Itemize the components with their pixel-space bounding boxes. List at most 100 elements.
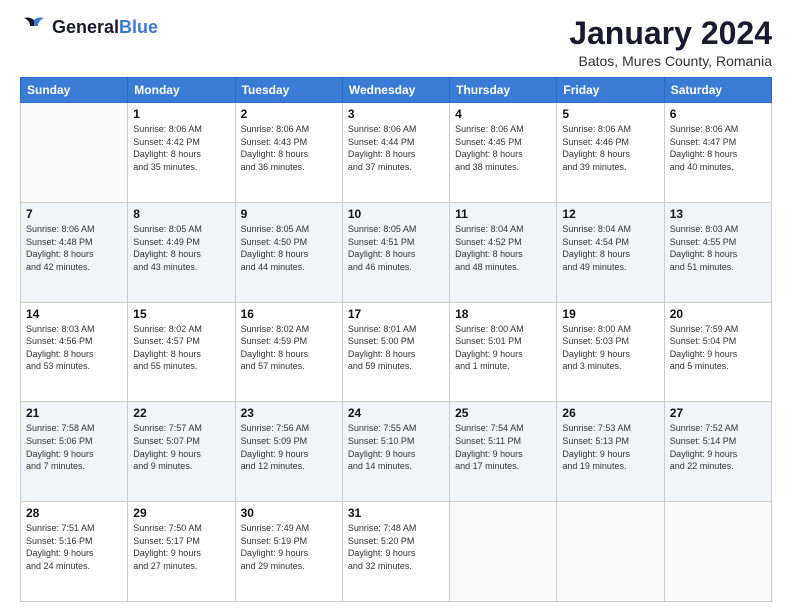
table-row: 21 Sunrise: 7:58 AM Sunset: 5:06 PM Dayli… bbox=[21, 402, 128, 502]
logo: GeneralBlue bbox=[20, 16, 158, 38]
table-row: 8 Sunrise: 8:05 AM Sunset: 4:49 PM Daylig… bbox=[128, 202, 235, 302]
day-info: Sunrise: 8:06 AM Sunset: 4:44 PM Dayligh… bbox=[348, 123, 444, 173]
day-number: 15 bbox=[133, 307, 229, 321]
day-info: Sunrise: 7:49 AM Sunset: 5:19 PM Dayligh… bbox=[241, 522, 337, 572]
day-info: Sunrise: 7:56 AM Sunset: 5:09 PM Dayligh… bbox=[241, 422, 337, 472]
header-sunday: Sunday bbox=[21, 78, 128, 103]
day-info: Sunrise: 8:05 AM Sunset: 4:49 PM Dayligh… bbox=[133, 223, 229, 273]
day-number: 8 bbox=[133, 207, 229, 221]
table-row: 27Sunrise: 7:52 AM Sunset: 5:14 PM Dayli… bbox=[664, 402, 771, 502]
day-number: 22 bbox=[133, 406, 229, 420]
calendar-week-row: 1 Sunrise: 8:06 AM Sunset: 4:42 PM Daylig… bbox=[21, 103, 772, 203]
day-info: Sunrise: 8:01 AM Sunset: 5:00 PM Dayligh… bbox=[348, 323, 444, 373]
day-number: 17 bbox=[348, 307, 444, 321]
table-row: 25Sunrise: 7:54 AM Sunset: 5:11 PM Dayli… bbox=[450, 402, 557, 502]
table-row: 2 Sunrise: 8:06 AM Sunset: 4:43 PM Daylig… bbox=[235, 103, 342, 203]
header-thursday: Thursday bbox=[450, 78, 557, 103]
day-info: Sunrise: 8:00 AM Sunset: 5:03 PM Dayligh… bbox=[562, 323, 658, 373]
day-number: 10 bbox=[348, 207, 444, 221]
header-friday: Friday bbox=[557, 78, 664, 103]
day-number: 4 bbox=[455, 107, 551, 121]
table-row: 11 Sunrise: 8:04 AM Sunset: 4:52 PM Dayli… bbox=[450, 202, 557, 302]
table-row: 3Sunrise: 8:06 AM Sunset: 4:44 PM Daylig… bbox=[342, 103, 449, 203]
table-row: 4 Sunrise: 8:06 AM Sunset: 4:45 PM Daylig… bbox=[450, 103, 557, 203]
day-info: Sunrise: 8:06 AM Sunset: 4:47 PM Dayligh… bbox=[670, 123, 766, 173]
day-number: 29 bbox=[133, 506, 229, 520]
table-row: 10 Sunrise: 8:05 AM Sunset: 4:51 PM Dayli… bbox=[342, 202, 449, 302]
day-info: Sunrise: 8:02 AM Sunset: 4:59 PM Dayligh… bbox=[241, 323, 337, 373]
day-number: 30 bbox=[241, 506, 337, 520]
day-number: 5 bbox=[562, 107, 658, 121]
day-number: 1 bbox=[133, 107, 229, 121]
day-info: Sunrise: 7:57 AM Sunset: 5:07 PM Dayligh… bbox=[133, 422, 229, 472]
table-row: 13 Sunrise: 8:03 AM Sunset: 4:55 PM Dayli… bbox=[664, 202, 771, 302]
logo-bird-icon bbox=[20, 16, 48, 38]
day-info: Sunrise: 7:59 AM Sunset: 5:04 PM Dayligh… bbox=[670, 323, 766, 373]
table-row: 5Sunrise: 8:06 AM Sunset: 4:46 PM Daylig… bbox=[557, 103, 664, 203]
table-row: 14Sunrise: 8:03 AM Sunset: 4:56 PM Dayli… bbox=[21, 302, 128, 402]
calendar-week-row: 28 Sunrise: 7:51 AM Sunset: 5:16 PM Dayli… bbox=[21, 502, 772, 602]
table-row: 1 Sunrise: 8:06 AM Sunset: 4:42 PM Daylig… bbox=[128, 103, 235, 203]
day-number: 9 bbox=[241, 207, 337, 221]
day-info: Sunrise: 7:55 AM Sunset: 5:10 PM Dayligh… bbox=[348, 422, 444, 472]
day-info: Sunrise: 7:53 AM Sunset: 5:13 PM Dayligh… bbox=[562, 422, 658, 472]
day-number: 11 bbox=[455, 207, 551, 221]
day-info: Sunrise: 8:02 AM Sunset: 4:57 PM Dayligh… bbox=[133, 323, 229, 373]
day-info: Sunrise: 8:00 AM Sunset: 5:01 PM Dayligh… bbox=[455, 323, 551, 373]
calendar-week-row: 7 Sunrise: 8:06 AM Sunset: 4:48 PM Daylig… bbox=[21, 202, 772, 302]
day-number: 12 bbox=[562, 207, 658, 221]
table-row: 30 Sunrise: 7:49 AM Sunset: 5:19 PM Dayli… bbox=[235, 502, 342, 602]
calendar-week-row: 21 Sunrise: 7:58 AM Sunset: 5:06 PM Dayli… bbox=[21, 402, 772, 502]
table-row: 16Sunrise: 8:02 AM Sunset: 4:59 PM Dayli… bbox=[235, 302, 342, 402]
day-number: 19 bbox=[562, 307, 658, 321]
day-info: Sunrise: 8:05 AM Sunset: 4:50 PM Dayligh… bbox=[241, 223, 337, 273]
header-saturday: Saturday bbox=[664, 78, 771, 103]
day-info: Sunrise: 8:06 AM Sunset: 4:48 PM Dayligh… bbox=[26, 223, 122, 273]
table-row bbox=[450, 502, 557, 602]
day-info: Sunrise: 7:51 AM Sunset: 5:16 PM Dayligh… bbox=[26, 522, 122, 572]
weekday-header-row: Sunday Monday Tuesday Wednesday Thursday… bbox=[21, 78, 772, 103]
table-row: 6 Sunrise: 8:06 AM Sunset: 4:47 PM Daylig… bbox=[664, 103, 771, 203]
header-tuesday: Tuesday bbox=[235, 78, 342, 103]
day-number: 26 bbox=[562, 406, 658, 420]
table-row: 31Sunrise: 7:48 AM Sunset: 5:20 PM Dayli… bbox=[342, 502, 449, 602]
table-row: 7 Sunrise: 8:06 AM Sunset: 4:48 PM Daylig… bbox=[21, 202, 128, 302]
month-title: January 2024 bbox=[569, 16, 772, 51]
calendar-week-row: 14Sunrise: 8:03 AM Sunset: 4:56 PM Dayli… bbox=[21, 302, 772, 402]
table-row: 19 Sunrise: 8:00 AM Sunset: 5:03 PM Dayli… bbox=[557, 302, 664, 402]
day-info: Sunrise: 7:50 AM Sunset: 5:17 PM Dayligh… bbox=[133, 522, 229, 572]
day-number: 24 bbox=[348, 406, 444, 420]
table-row: 23 Sunrise: 7:56 AM Sunset: 5:09 PM Dayli… bbox=[235, 402, 342, 502]
day-number: 6 bbox=[670, 107, 766, 121]
title-section: January 2024 Batos, Mures County, Romani… bbox=[569, 16, 772, 69]
day-number: 23 bbox=[241, 406, 337, 420]
logo-text: GeneralBlue bbox=[52, 17, 158, 38]
table-row: 15 Sunrise: 8:02 AM Sunset: 4:57 PM Dayli… bbox=[128, 302, 235, 402]
day-info: Sunrise: 7:52 AM Sunset: 5:14 PM Dayligh… bbox=[670, 422, 766, 472]
day-number: 18 bbox=[455, 307, 551, 321]
day-info: Sunrise: 7:48 AM Sunset: 5:20 PM Dayligh… bbox=[348, 522, 444, 572]
day-info: Sunrise: 8:03 AM Sunset: 4:56 PM Dayligh… bbox=[26, 323, 122, 373]
table-row: 24 Sunrise: 7:55 AM Sunset: 5:10 PM Dayli… bbox=[342, 402, 449, 502]
day-info: Sunrise: 8:03 AM Sunset: 4:55 PM Dayligh… bbox=[670, 223, 766, 273]
day-number: 7 bbox=[26, 207, 122, 221]
header-wednesday: Wednesday bbox=[342, 78, 449, 103]
day-info: Sunrise: 7:58 AM Sunset: 5:06 PM Dayligh… bbox=[26, 422, 122, 472]
table-row: 26 Sunrise: 7:53 AM Sunset: 5:13 PM Dayli… bbox=[557, 402, 664, 502]
table-row bbox=[21, 103, 128, 203]
calendar-page: GeneralBlue January 2024 Batos, Mures Co… bbox=[0, 0, 792, 612]
day-number: 20 bbox=[670, 307, 766, 321]
day-number: 21 bbox=[26, 406, 122, 420]
day-info: Sunrise: 8:04 AM Sunset: 4:52 PM Dayligh… bbox=[455, 223, 551, 273]
day-number: 28 bbox=[26, 506, 122, 520]
day-info: Sunrise: 8:06 AM Sunset: 4:45 PM Dayligh… bbox=[455, 123, 551, 173]
table-row: 12Sunrise: 8:04 AM Sunset: 4:54 PM Dayli… bbox=[557, 202, 664, 302]
day-number: 25 bbox=[455, 406, 551, 420]
table-row: 18 Sunrise: 8:00 AM Sunset: 5:01 PM Dayli… bbox=[450, 302, 557, 402]
day-info: Sunrise: 8:06 AM Sunset: 4:43 PM Dayligh… bbox=[241, 123, 337, 173]
day-info: Sunrise: 8:06 AM Sunset: 4:42 PM Dayligh… bbox=[133, 123, 229, 173]
day-number: 2 bbox=[241, 107, 337, 121]
table-row: 28 Sunrise: 7:51 AM Sunset: 5:16 PM Dayli… bbox=[21, 502, 128, 602]
day-number: 13 bbox=[670, 207, 766, 221]
day-info: Sunrise: 8:05 AM Sunset: 4:51 PM Dayligh… bbox=[348, 223, 444, 273]
